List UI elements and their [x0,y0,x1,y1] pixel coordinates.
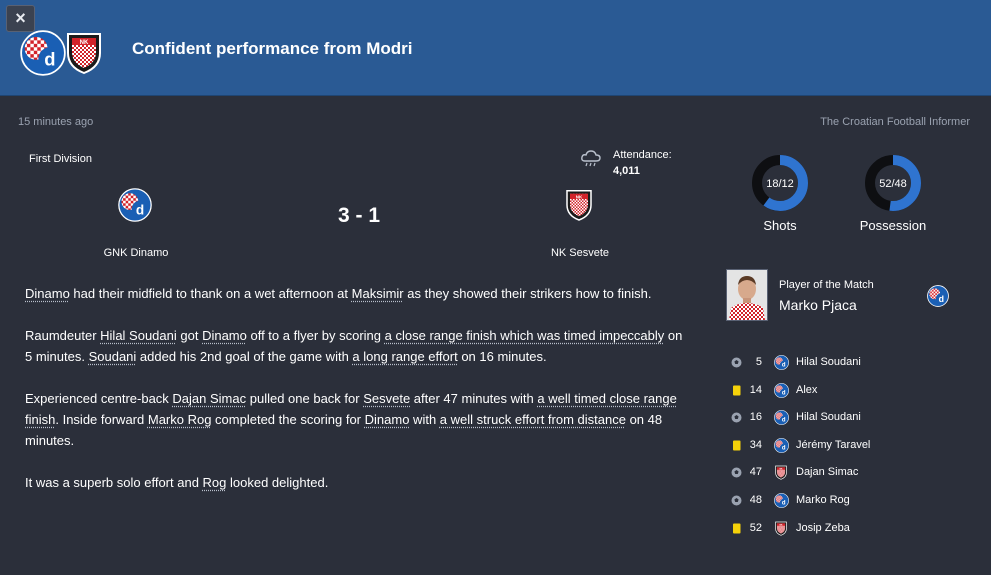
report-text: looked delighted. [226,475,329,490]
event-minute: 52 [749,521,762,534]
event-player[interactable]: Jérémy Taravel [796,439,870,451]
match-report: Dinamo had their midfield to thank on a … [25,283,685,514]
event-minute: 16 [749,411,762,424]
match-events-list: 5 Hilal Soudani 14 Alex 16 Hilal Soudani 34 Jér… [728,352,978,545]
goal-ball-icon [731,495,742,506]
report-paragraph: It was a superb solo effort and Rog look… [25,472,685,493]
yellow-card-icon [733,440,741,451]
report-text: on 16 minutes. [457,349,547,364]
stadium-link[interactable]: Maksimir [352,286,404,301]
player-photo[interactable] [726,269,768,321]
event-player[interactable]: Dajan Simac [796,466,858,478]
news-source[interactable]: The Croatian Football Informer [820,116,970,128]
goal-link[interactable]: a long range effort [352,349,457,364]
sesvete-crest-icon [774,521,788,536]
yellow-card-icon [733,523,741,534]
header-logos [20,30,110,78]
goal-link[interactable]: a close range finish which was timed imp… [385,328,665,343]
report-text: added his 2nd goal of the game with [136,349,353,364]
dinamo-crest-icon [774,438,789,453]
timestamp: 15 minutes ago [18,116,94,128]
report-text: Experienced centre-back [25,391,173,406]
team-link[interactable]: Dinamo [202,328,247,343]
sesvete-crest-icon [774,465,788,480]
header-bar: × Confident performance from Modri [0,0,991,96]
sesvete-crest-icon[interactable] [564,188,594,222]
yellow-card-icon [733,385,741,396]
event-minute: 47 [749,466,762,479]
report-text: pulled one back for [246,391,364,406]
report-text: as they showed their strikers how to fin… [403,286,652,301]
report-text: . Inside forward [55,412,148,427]
dinamo-crest-icon[interactable] [118,188,152,222]
close-icon: × [15,8,26,28]
player-avatar-icon [727,270,767,320]
report-text: after 47 minutes with [410,391,538,406]
match-score: 3 - 1 [337,204,381,227]
event-row: 14 Alex [728,380,978,408]
report-text: with [409,412,440,427]
report-text: had their midfield to thank on a wet aft… [69,286,352,301]
report-text: completed the scoring for [211,412,365,427]
dinamo-crest-icon [20,30,66,76]
event-player[interactable]: Hilal Soudani [796,411,861,423]
event-row: 52 Josip Zeba [728,518,978,546]
player-link[interactable]: Dajan Simac [172,391,246,406]
player-link[interactable]: Marko Rog [148,412,212,427]
possession-donut[interactable]: 52/48 [864,154,922,212]
dinamo-crest-icon [774,493,789,508]
event-player[interactable]: Marko Rog [796,494,850,506]
event-player[interactable]: Josip Zeba [796,522,850,534]
event-player[interactable]: Alex [796,384,817,396]
event-minute: 5 [755,356,762,368]
event-minute: 48 [749,493,762,506]
potm-player-name[interactable]: Marko Pjaca [779,297,857,313]
report-text: off to a flyer by scoring [246,328,385,343]
event-row: 16 Hilal Soudani [728,407,978,435]
report-paragraph: Raumdeuter Hilal Soudani got Dinamo off … [25,325,685,367]
report-text: Raumdeuter [25,328,101,343]
away-team-name[interactable]: NK Sesvete [530,247,630,259]
report-paragraph: Experienced centre-back Dajan Simac pull… [25,388,685,451]
competition-name[interactable]: First Division [29,153,92,165]
dinamo-crest-icon[interactable] [927,285,949,307]
goal-ball-icon [731,412,742,423]
event-player[interactable]: Hilal Soudani [796,356,861,368]
report-text: got [176,328,203,343]
team-link[interactable]: Dinamo [25,286,70,301]
goal-ball-icon [731,467,742,478]
close-button[interactable]: × [6,5,35,32]
event-row: 47 Dajan Simac [728,462,978,490]
event-row: 5 Hilal Soudani [728,352,978,380]
possession-label: Possession [859,218,927,233]
possession-value: 52/48 [879,178,907,190]
report-paragraph: Dinamo had their midfield to thank on a … [25,283,685,304]
shots-label: Shots [763,218,797,233]
goal-ball-icon [731,357,742,368]
attendance-value: 4,011 [613,165,640,177]
report-text: It was a superb solo effort and [25,475,203,490]
home-team-name[interactable]: GNK Dinamo [86,247,186,259]
event-minute: 14 [749,383,762,396]
team-link[interactable]: Dinamo [365,412,410,427]
player-link[interactable]: Soudani [89,349,137,364]
shots-donut[interactable]: 18/12 [751,154,809,212]
event-minute: 34 [749,438,762,451]
shots-value: 18/12 [766,178,794,190]
dinamo-crest-icon [774,410,789,425]
potm-label: Player of the Match [779,279,874,291]
team-link[interactable]: Sesvete [363,391,410,406]
player-link[interactable]: Hilal Soudani [100,328,177,343]
event-row: 34 Jérémy Taravel [728,435,978,463]
goal-link[interactable]: a well struck effort from distance [440,412,626,427]
event-row: 48 Marko Rog [728,490,978,518]
rain-cloud-icon [581,150,601,167]
page-title: Confident performance from Modri [132,39,413,58]
dinamo-crest-icon [774,355,789,370]
player-link[interactable]: Rog [203,475,227,490]
attendance-label: Attendance: [613,149,672,161]
sesvete-crest-icon [64,30,104,76]
dinamo-crest-icon [774,383,789,398]
